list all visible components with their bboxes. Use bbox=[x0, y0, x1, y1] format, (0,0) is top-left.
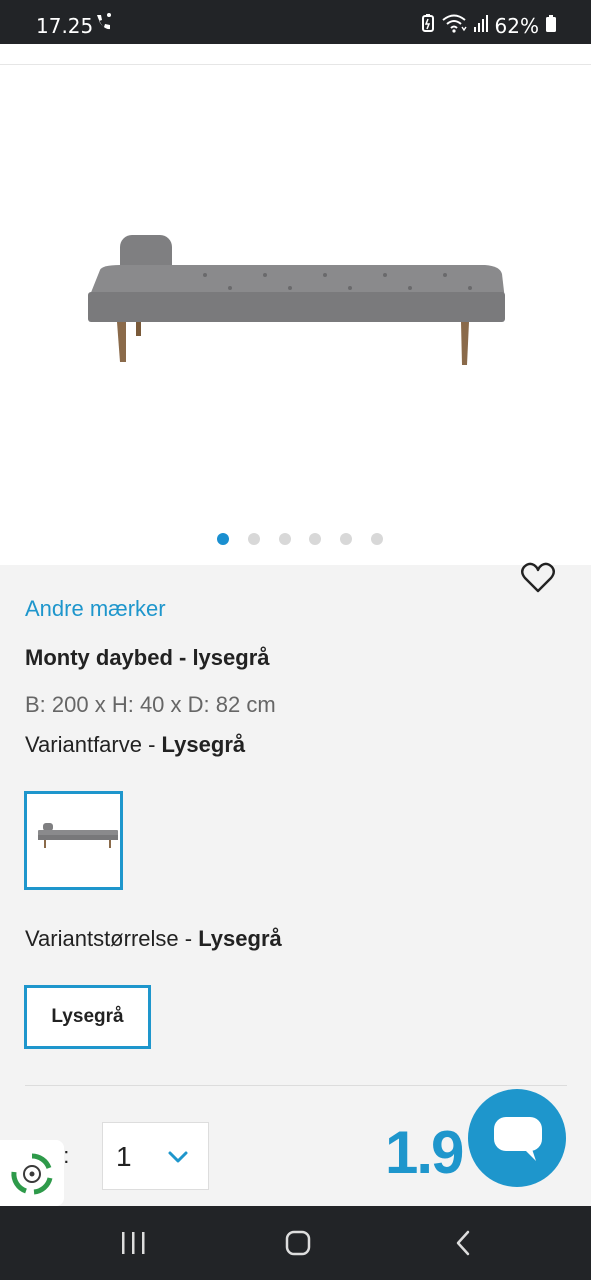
product-gallery[interactable] bbox=[0, 65, 591, 593]
product-price: 1.9 bbox=[385, 1119, 464, 1186]
wifi-icon bbox=[441, 13, 467, 38]
battery-percent: 62% bbox=[494, 13, 539, 38]
header-remnant bbox=[0, 44, 591, 65]
chevron-down-icon bbox=[168, 1151, 188, 1163]
product-image bbox=[88, 235, 505, 365]
variant-size-value: Lysegrå bbox=[198, 926, 282, 951]
status-right-group: 62% bbox=[421, 13, 557, 38]
system-nav-bar bbox=[0, 1206, 591, 1280]
gallery-pagination bbox=[0, 533, 591, 547]
battery-icon bbox=[545, 13, 557, 38]
quantity-value: 1 bbox=[116, 1141, 132, 1172]
gallery-dot-4[interactable] bbox=[309, 533, 321, 545]
product-dimensions: B: 200 x H: 40 x D: 82 cm bbox=[25, 692, 276, 717]
recent-apps-button[interactable] bbox=[113, 1228, 153, 1258]
size-option-button[interactable]: Lysegrå bbox=[24, 985, 151, 1049]
status-time: 17.25 bbox=[36, 14, 94, 38]
chat-button[interactable] bbox=[468, 1089, 566, 1187]
gallery-dot-6[interactable] bbox=[371, 533, 383, 545]
back-icon bbox=[456, 1230, 470, 1256]
product-title: Monty daybed - lysegrå bbox=[25, 645, 270, 670]
chat-bubble-icon bbox=[494, 1117, 542, 1161]
recent-apps-icon bbox=[122, 1232, 145, 1254]
recycle-icon bbox=[11, 1153, 53, 1195]
recycle-badge[interactable] bbox=[0, 1140, 64, 1206]
battery-saver-icon bbox=[421, 13, 435, 38]
signal-icon bbox=[473, 13, 489, 38]
variant-color-row: Variantfarve - Lysegrå bbox=[25, 732, 245, 758]
variant-color-label: Variantfarve - bbox=[25, 732, 162, 757]
variant-size-row: Variantstørrelse - Lysegrå bbox=[25, 926, 282, 952]
gallery-dot-3[interactable] bbox=[279, 533, 291, 545]
home-icon bbox=[285, 1230, 311, 1256]
status-bar: 17.25 62% bbox=[0, 0, 591, 44]
brand-link[interactable]: Andre mærker bbox=[25, 596, 166, 622]
missed-call-icon bbox=[94, 12, 112, 37]
color-swatch-lysegraa[interactable] bbox=[24, 791, 123, 890]
gallery-dot-5[interactable] bbox=[340, 533, 352, 545]
variant-color-value: Lysegrå bbox=[161, 732, 246, 757]
divider bbox=[25, 1085, 567, 1086]
gallery-dot-1[interactable] bbox=[217, 533, 229, 545]
back-button[interactable] bbox=[444, 1228, 484, 1258]
home-button[interactable] bbox=[278, 1228, 318, 1258]
gallery-dot-2[interactable] bbox=[248, 533, 260, 545]
quantity-select[interactable]: 1 bbox=[102, 1122, 209, 1190]
variant-size-label: Variantstørrelse - bbox=[25, 926, 199, 951]
favorite-heart-icon[interactable] bbox=[520, 560, 556, 596]
swatch-thumbnail bbox=[38, 823, 118, 848]
